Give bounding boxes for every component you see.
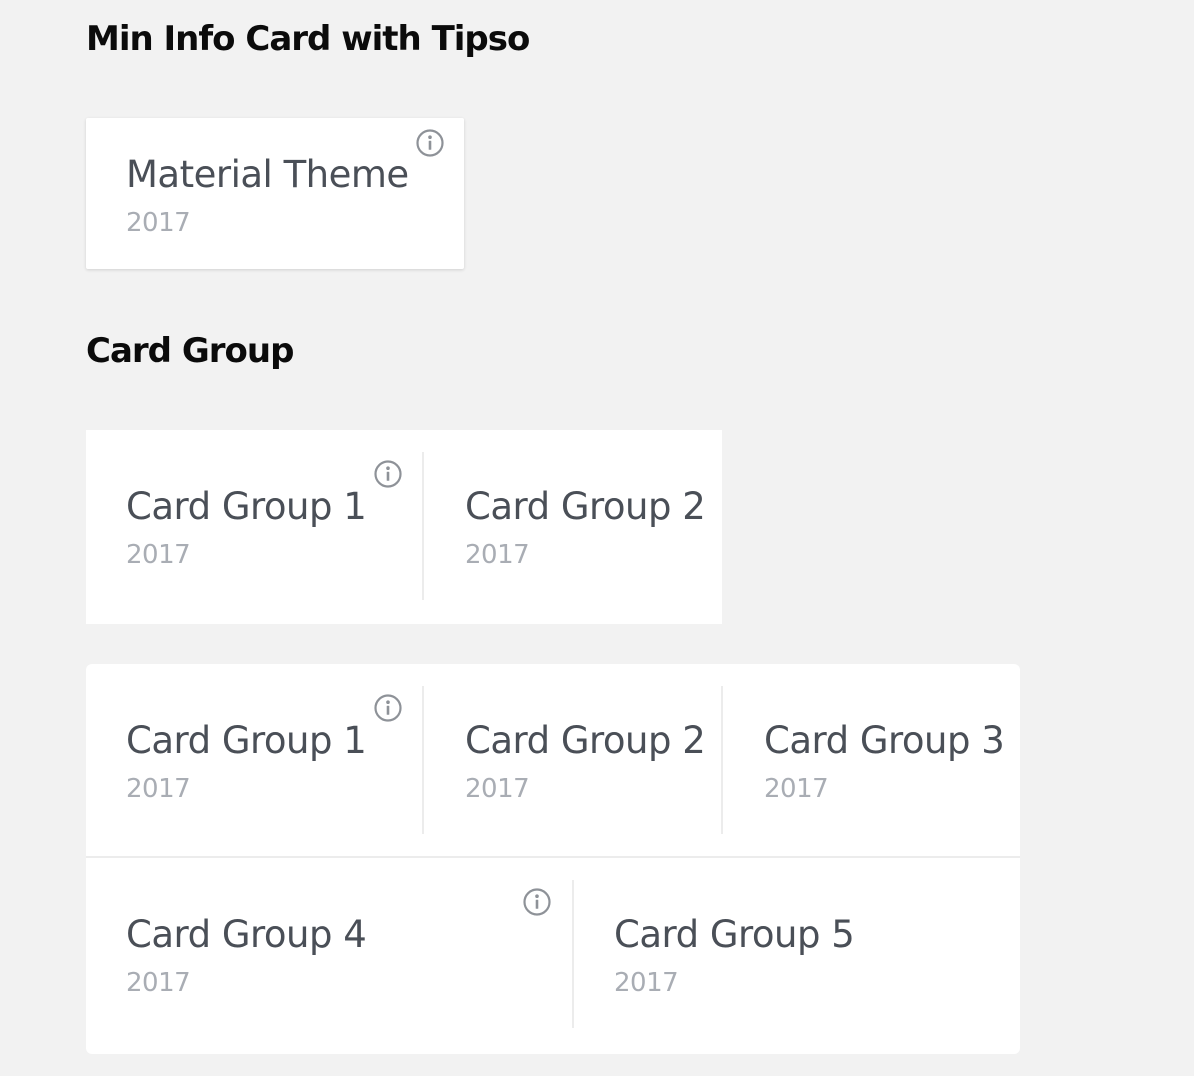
section-title-card-group: Card Group [86,331,294,371]
card-group-cell: Card Group 5 2017 [574,858,1020,1054]
section-title-min-info-card: Min Info Card with Tipso [86,19,530,59]
min-info-card: Material Theme 2017 [86,118,464,269]
card-title: Card Group 1 [126,485,367,528]
card-year: 2017 [126,540,191,570]
card-year: 2017 [126,968,191,998]
card-title: Card Group 1 [126,719,367,762]
card-year: 2017 [465,774,530,804]
card-group-cell: Card Group 1 2017 [86,430,423,624]
card-year: 2017 [465,540,530,570]
card-title: Material Theme [126,153,409,196]
card-group-cell: Card Group 1 2017 [86,664,423,856]
info-icon[interactable] [522,887,552,917]
card-group-cell: Card Group 2 2017 [424,430,722,624]
card-title: Card Group 5 [614,913,855,956]
card-year: 2017 [126,208,191,238]
card-group: Card Group 1 2017 Card Group 2 2017 [86,430,722,624]
card-title: Card Group 2 [465,719,706,762]
card-group-cell: Card Group 4 2017 [86,858,572,1054]
card-year: 2017 [126,774,191,804]
info-icon[interactable] [415,128,445,158]
info-icon[interactable] [373,459,403,489]
card-year: 2017 [764,774,829,804]
card-title: Card Group 3 [764,719,1005,762]
card-group: Card Group 1 2017 Card Group 2 2017 Card… [86,664,1020,1054]
card-title: Card Group 4 [126,913,367,956]
card-year: 2017 [614,968,679,998]
card-group-cell: Card Group 3 2017 [723,664,1020,856]
info-icon[interactable] [373,693,403,723]
card-group-cell: Card Group 2 2017 [424,664,721,856]
card-title: Card Group 2 [465,485,706,528]
